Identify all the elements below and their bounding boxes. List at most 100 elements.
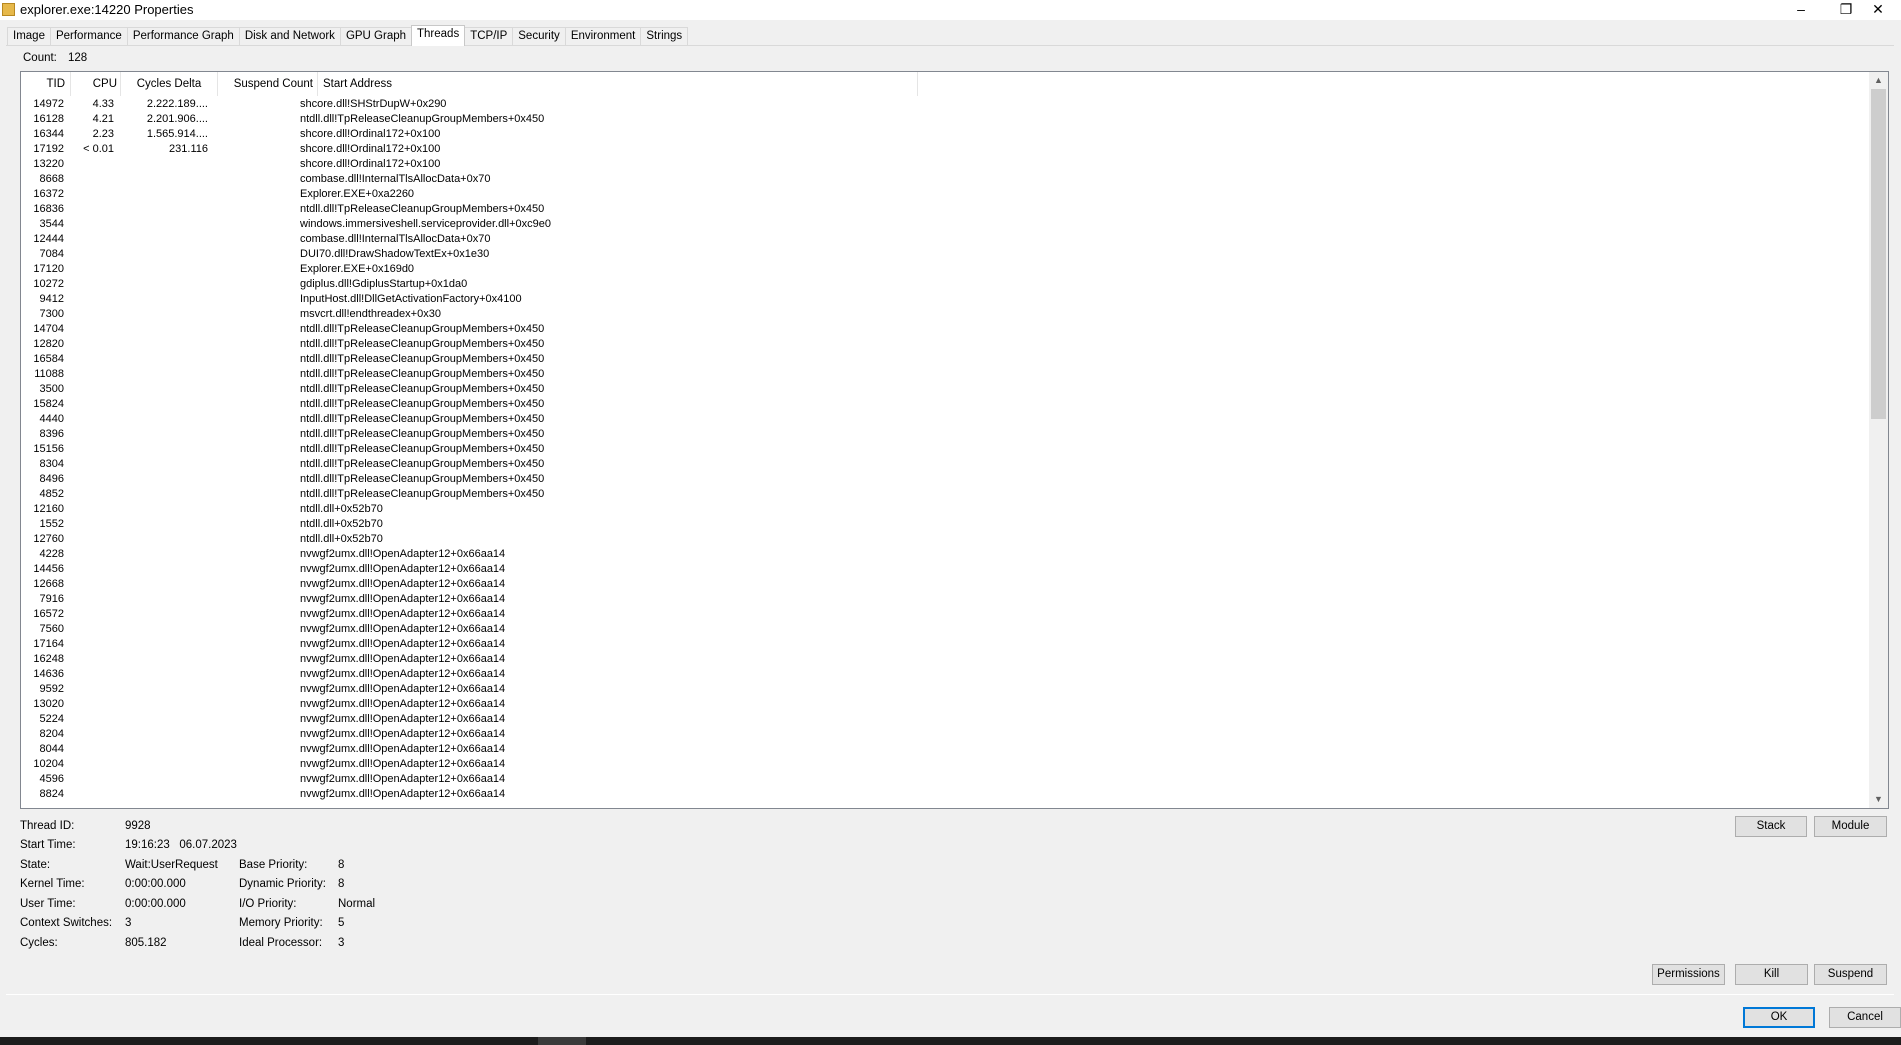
table-row[interactable]: 17120 Explorer.EXE+0x169d0 — [21, 262, 1869, 277]
table-row[interactable]: 12820 ntdll.dll!TpReleaseCleanupGroupMemb… — [21, 337, 1869, 352]
cell-start-address: shcore.dll!Ordinal172+0x100 — [300, 143, 441, 155]
permissions-button[interactable]: Permissions — [1652, 964, 1725, 985]
table-row[interactable]: 14704 ntdll.dll!TpReleaseCleanupGroupMemb… — [21, 322, 1869, 337]
table-row[interactable]: 5224 nvwgf2umx.dll!OpenAdapter12+0x66aa14 — [21, 712, 1869, 727]
tab-performance-graph[interactable]: Performance Graph — [126, 27, 240, 46]
table-row[interactable]: 13020 nvwgf2umx.dll!OpenAdapter12+0x66aa1… — [21, 697, 1869, 712]
base-priority-value: 8 — [338, 859, 345, 871]
table-row[interactable]: 16836 ntdll.dll!TpReleaseCleanupGroupMemb… — [21, 202, 1869, 217]
table-row[interactable]: 8044 nvwgf2umx.dll!OpenAdapter12+0x66aa14 — [21, 742, 1869, 757]
table-row[interactable]: 17192 < 0.01 231.116 shcore.dll!Ordinal172+… — [21, 142, 1869, 157]
column-header-cpu[interactable]: CPU — [71, 72, 121, 96]
table-row[interactable]: 11088 ntdll.dll!TpReleaseCleanupGroupMemb… — [21, 367, 1869, 382]
cell-tid: 14636 — [33, 668, 64, 680]
table-row[interactable]: 12668 nvwgf2umx.dll!OpenAdapter12+0x66aa1… — [21, 577, 1869, 592]
cell-start-address: nvwgf2umx.dll!OpenAdapter12+0x66aa14 — [300, 548, 506, 560]
vertical-scrollbar[interactable]: ▲ ▼ — [1869, 72, 1888, 808]
cell-start-address: combase.dll!InternalTlsAllocData+0x70 — [300, 233, 491, 245]
table-row[interactable]: 8204 nvwgf2umx.dll!OpenAdapter12+0x66aa14 — [21, 727, 1869, 742]
threads-list[interactable]: TID CPU ˅ Cycles Delta Suspend Count Sta… — [20, 71, 1889, 809]
tab-threads[interactable]: Threads — [411, 25, 466, 46]
tab-security[interactable]: Security — [512, 27, 566, 46]
tab-environment[interactable]: Environment — [564, 27, 642, 46]
table-row[interactable]: 9592 nvwgf2umx.dll!OpenAdapter12+0x66aa14 — [21, 682, 1869, 697]
cell-tid: 16572 — [33, 608, 64, 620]
cell-tid: 17120 — [33, 263, 64, 275]
cell-start-address: nvwgf2umx.dll!OpenAdapter12+0x66aa14 — [300, 668, 506, 680]
title-bar[interactable]: explorer.exe:14220 Properties – ❐ ✕ — [0, 0, 1901, 20]
cell-start-address: ntdll.dll+0x52b70 — [300, 533, 383, 545]
table-row[interactable]: 8396 ntdll.dll!TpReleaseCleanupGroupMembe… — [21, 427, 1869, 442]
cell-tid: 3544 — [39, 218, 64, 230]
taskbar-active-item[interactable] — [538, 1037, 586, 1045]
cancel-button[interactable]: Cancel — [1829, 1007, 1901, 1028]
table-row[interactable]: 4596 nvwgf2umx.dll!OpenAdapter12+0x66aa14 — [21, 772, 1869, 787]
scroll-down-icon[interactable]: ▼ — [1869, 791, 1888, 808]
table-row[interactable]: 7084 DUI70.dll!DrawShadowTextEx+0x1e30 — [21, 247, 1869, 262]
cell-start-address: windows.immersiveshell.serviceprovider.d… — [300, 218, 551, 230]
table-row[interactable]: 10272 gdiplus.dll!GdiplusStartup+0x1da0 — [21, 277, 1869, 292]
table-row[interactable]: 14456 nvwgf2umx.dll!OpenAdapter12+0x66aa1… — [21, 562, 1869, 577]
table-row[interactable]: 4852 ntdll.dll!TpReleaseCleanupGroupMembe… — [21, 487, 1869, 502]
module-button[interactable]: Module — [1814, 816, 1887, 837]
table-row[interactable]: 7300 msvcrt.dll!endthreadex+0x30 — [21, 307, 1869, 322]
table-row[interactable]: 12160 ntdll.dll+0x52b70 — [21, 502, 1869, 517]
scrollbar-thumb[interactable] — [1871, 89, 1886, 419]
minimize-icon[interactable]: – — [1778, 0, 1824, 20]
table-row[interactable]: 8668 combase.dll!InternalTlsAllocData+0x7… — [21, 172, 1869, 187]
column-header-start-address[interactable]: Start Address — [318, 72, 918, 96]
cell-cpu: 4.21 — [92, 113, 114, 125]
table-row[interactable]: 14636 nvwgf2umx.dll!OpenAdapter12+0x66aa1… — [21, 667, 1869, 682]
state-value: Wait:UserRequest — [125, 859, 218, 871]
stack-button[interactable]: Stack — [1735, 816, 1807, 837]
cell-start-address: ntdll.dll!TpReleaseCleanupGroupMembers+0… — [300, 398, 545, 410]
tab-tcp-ip[interactable]: TCP/IP — [464, 27, 514, 46]
table-row[interactable]: 15156 ntdll.dll!TpReleaseCleanupGroupMemb… — [21, 442, 1869, 457]
table-row[interactable]: 8496 ntdll.dll!TpReleaseCleanupGroupMembe… — [21, 472, 1869, 487]
close-icon[interactable]: ✕ — [1855, 0, 1901, 20]
table-row[interactable]: 16248 nvwgf2umx.dll!OpenAdapter12+0x66aa1… — [21, 652, 1869, 667]
table-row[interactable]: 16344 2.23 1.565.914.... shcore.dll!Ordinal… — [21, 127, 1869, 142]
tab-image[interactable]: Image — [7, 27, 51, 46]
table-row[interactable]: 13220 shcore.dll!Ordinal172+0x100 — [21, 157, 1869, 172]
table-row[interactable]: 3544 windows.immersiveshell.serviceprovid… — [21, 217, 1869, 232]
table-row[interactable]: 8824 nvwgf2umx.dll!OpenAdapter12+0x66aa14 — [21, 787, 1869, 802]
cell-start-address: shcore.dll!Ordinal172+0x100 — [300, 158, 441, 170]
tab-gpu-graph[interactable]: GPU Graph — [339, 27, 413, 46]
table-row[interactable]: 16128 4.21 2.201.906.... ntdll.dll!TpReleas… — [21, 112, 1869, 127]
table-row[interactable]: 12444 combase.dll!InternalTlsAllocData+0x… — [21, 232, 1869, 247]
cell-tid: 14456 — [33, 563, 64, 575]
table-row[interactable]: 7916 nvwgf2umx.dll!OpenAdapter12+0x66aa14 — [21, 592, 1869, 607]
table-row[interactable]: 14972 4.33 2.222.189.... shcore.dll!SHStrDu… — [21, 97, 1869, 112]
table-row[interactable]: 17164 nvwgf2umx.dll!OpenAdapter12+0x66aa1… — [21, 637, 1869, 652]
column-header-tid[interactable]: TID — [21, 72, 71, 96]
kill-button[interactable]: Kill — [1735, 964, 1808, 985]
tab-performance[interactable]: Performance — [49, 27, 128, 46]
scroll-up-icon[interactable]: ▲ — [1869, 72, 1888, 89]
table-row[interactable]: 4440 ntdll.dll!TpReleaseCleanupGroupMembe… — [21, 412, 1869, 427]
table-row[interactable]: 16372 Explorer.EXE+0xa2260 — [21, 187, 1869, 202]
cell-start-address: ntdll.dll!TpReleaseCleanupGroupMembers+0… — [300, 203, 545, 215]
ok-button[interactable]: OK — [1743, 1007, 1815, 1028]
table-row[interactable]: 3500 ntdll.dll!TpReleaseCleanupGroupMembe… — [21, 382, 1869, 397]
column-header-cycles-delta[interactable]: Cycles Delta — [121, 72, 218, 96]
table-row[interactable]: 8304 ntdll.dll!TpReleaseCleanupGroupMembe… — [21, 457, 1869, 472]
tab-strings[interactable]: Strings — [640, 27, 689, 46]
cell-start-address: nvwgf2umx.dll!OpenAdapter12+0x66aa14 — [300, 773, 506, 785]
table-row[interactable]: 1552 ntdll.dll+0x52b70 — [21, 517, 1869, 532]
kernel-time-label: Kernel Time: — [20, 878, 85, 890]
suspend-button[interactable]: Suspend — [1814, 964, 1887, 985]
cell-start-address: nvwgf2umx.dll!OpenAdapter12+0x66aa14 — [300, 623, 506, 635]
table-row[interactable]: 9412 InputHost.dll!DllGetActivationFactor… — [21, 292, 1869, 307]
table-row[interactable]: 12760 ntdll.dll+0x52b70 — [21, 532, 1869, 547]
column-header-suspend-count[interactable]: Suspend Count — [218, 72, 318, 96]
table-row[interactable]: 16584 ntdll.dll!TpReleaseCleanupGroupMemb… — [21, 352, 1869, 367]
table-row[interactable]: 15824 ntdll.dll!TpReleaseCleanupGroupMemb… — [21, 397, 1869, 412]
table-row[interactable]: 4228 nvwgf2umx.dll!OpenAdapter12+0x66aa14 — [21, 547, 1869, 562]
cell-start-address: ntdll.dll!TpReleaseCleanupGroupMembers+0… — [300, 368, 545, 380]
tab-panel-border — [6, 45, 1894, 46]
table-row[interactable]: 7560 nvwgf2umx.dll!OpenAdapter12+0x66aa14 — [21, 622, 1869, 637]
tab-disk-and-network[interactable]: Disk and Network — [238, 27, 341, 46]
table-row[interactable]: 10204 nvwgf2umx.dll!OpenAdapter12+0x66aa1… — [21, 757, 1869, 772]
table-row[interactable]: 16572 nvwgf2umx.dll!OpenAdapter12+0x66aa1… — [21, 607, 1869, 622]
